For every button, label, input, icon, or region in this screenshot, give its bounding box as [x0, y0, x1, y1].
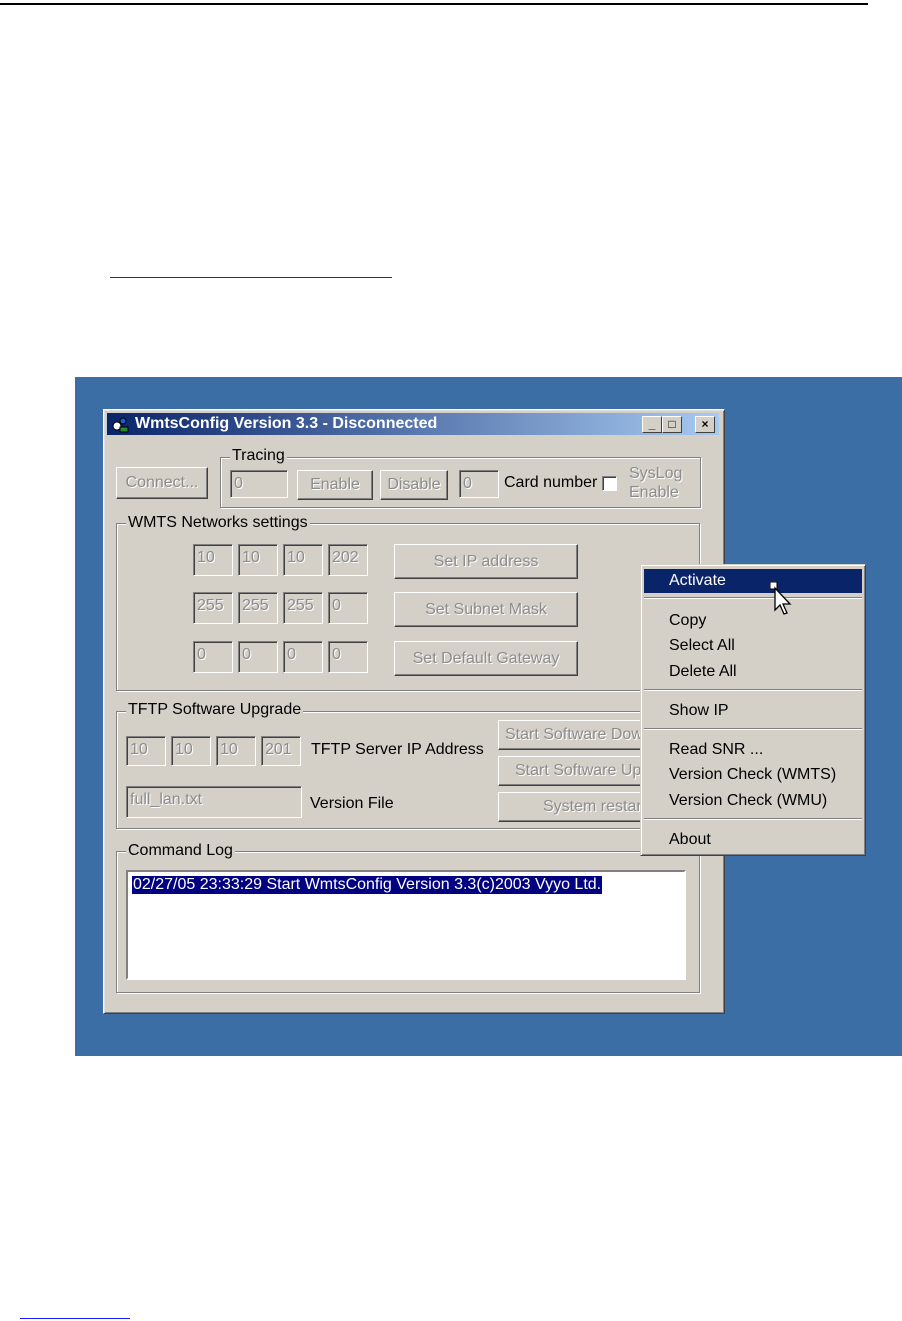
ip-octet-2[interactable]: 10 — [238, 544, 278, 576]
connect-button[interactable]: Connect... — [116, 467, 208, 499]
tftp-ip-octet-1[interactable]: 10 — [126, 736, 166, 766]
gateway-octet-1[interactable]: 0 — [193, 641, 233, 673]
tftp-ip-octet-3[interactable]: 10 — [216, 736, 256, 766]
tftp-server-ip-label: TFTP Server IP Address — [311, 741, 484, 758]
set-subnet-mask-button[interactable]: Set Subnet Mask — [394, 592, 578, 627]
menu-item-select-all[interactable]: Select All — [644, 634, 862, 658]
menu-item-about[interactable]: About — [644, 828, 862, 852]
wmts-networks-group-label: WMTS Networks settings — [126, 514, 310, 532]
close-button[interactable]: × — [695, 416, 715, 433]
ip-octet-4[interactable]: 202 — [328, 544, 368, 576]
menu-item-copy[interactable]: Copy — [644, 609, 862, 633]
tftp-ip-octet-4[interactable]: 201 — [261, 736, 301, 766]
log-line[interactable]: 02/27/05 23:33:29 Start WmtsConfig Versi… — [132, 876, 603, 894]
app-icon — [112, 417, 129, 433]
mask-octet-4[interactable]: 0 — [328, 592, 368, 624]
menu-item-read-snr[interactable]: Read SNR ... — [644, 738, 862, 762]
menu-separator — [644, 728, 862, 730]
menu-item-delete-all[interactable]: Delete All — [644, 660, 862, 684]
set-ip-address-button[interactable]: Set IP address — [394, 544, 578, 579]
menu-separator — [644, 597, 862, 599]
gateway-octet-4[interactable]: 0 — [328, 641, 368, 673]
mask-octet-1[interactable]: 255 — [193, 592, 233, 624]
minimize-button[interactable]: _ — [642, 416, 662, 433]
ip-octet-3[interactable]: 10 — [283, 544, 323, 576]
version-file-field[interactable]: full_lan.txt — [126, 786, 302, 818]
menu-item-version-check-wmu[interactable]: Version Check (WMU) — [644, 789, 862, 813]
maximize-icon: □ — [668, 417, 676, 431]
menu-item-activate[interactable]: Activate — [644, 569, 862, 593]
menu-separator — [644, 818, 862, 820]
system-restart-button[interactable]: System restar — [498, 792, 658, 822]
tracing-level-field[interactable]: 0 — [230, 470, 288, 498]
menu-separator — [644, 689, 862, 691]
menu-item-version-check-wmts[interactable]: Version Check (WMTS) — [644, 763, 862, 787]
maximize-button[interactable]: □ — [662, 416, 682, 433]
footnote-rule — [20, 1318, 130, 1319]
tracing-group-label: Tracing — [230, 447, 287, 465]
minimize-icon: _ — [648, 417, 656, 431]
tftp-ip-octet-2[interactable]: 10 — [171, 736, 211, 766]
syslog-checkbox[interactable] — [602, 476, 617, 491]
hyperlink-underline[interactable] — [110, 277, 392, 278]
window-title: WmtsConfig Version 3.3 - Disconnected — [135, 415, 438, 432]
tftp-upgrade-group-label: TFTP Software Upgrade — [126, 701, 304, 719]
start-software-download-button[interactable]: Start Software Dow — [498, 720, 658, 750]
close-icon: × — [701, 417, 709, 431]
syslog-label-line1: SysLog — [629, 465, 683, 482]
title-bar[interactable]: WmtsConfig Version 3.3 - Disconnected _ … — [107, 413, 719, 435]
mask-octet-3[interactable]: 255 — [283, 592, 323, 624]
gateway-octet-3[interactable]: 0 — [283, 641, 323, 673]
syslog-enable-label: SysLog Enable — [629, 464, 682, 502]
top-rule — [0, 3, 868, 5]
menu-item-show-ip[interactable]: Show IP — [644, 699, 862, 723]
gateway-octet-2[interactable]: 0 — [238, 641, 278, 673]
context-menu: Activate Copy Select All Delete All Show… — [640, 564, 866, 856]
card-number-label: Card number — [504, 474, 598, 491]
card-number-field[interactable]: 0 — [459, 470, 499, 498]
set-default-gateway-button[interactable]: Set Default Gateway — [394, 641, 578, 676]
mask-octet-2[interactable]: 255 — [238, 592, 278, 624]
ip-octet-1[interactable]: 10 — [193, 544, 233, 576]
disable-tracing-button[interactable]: Disable — [380, 470, 448, 500]
syslog-label-line2: Enable — [629, 484, 679, 501]
mouse-pointer-icon — [770, 582, 792, 615]
command-log-listbox[interactable]: 02/27/05 23:33:29 Start WmtsConfig Versi… — [126, 870, 686, 980]
version-file-label: Version File — [310, 795, 394, 812]
command-log-group-label: Command Log — [126, 842, 235, 860]
start-software-upgrade-button[interactable]: Start Software Up — [498, 756, 658, 786]
enable-tracing-button[interactable]: Enable — [297, 470, 373, 500]
wmtsconfig-window: WmtsConfig Version 3.3 - Disconnected _ … — [103, 409, 725, 1014]
